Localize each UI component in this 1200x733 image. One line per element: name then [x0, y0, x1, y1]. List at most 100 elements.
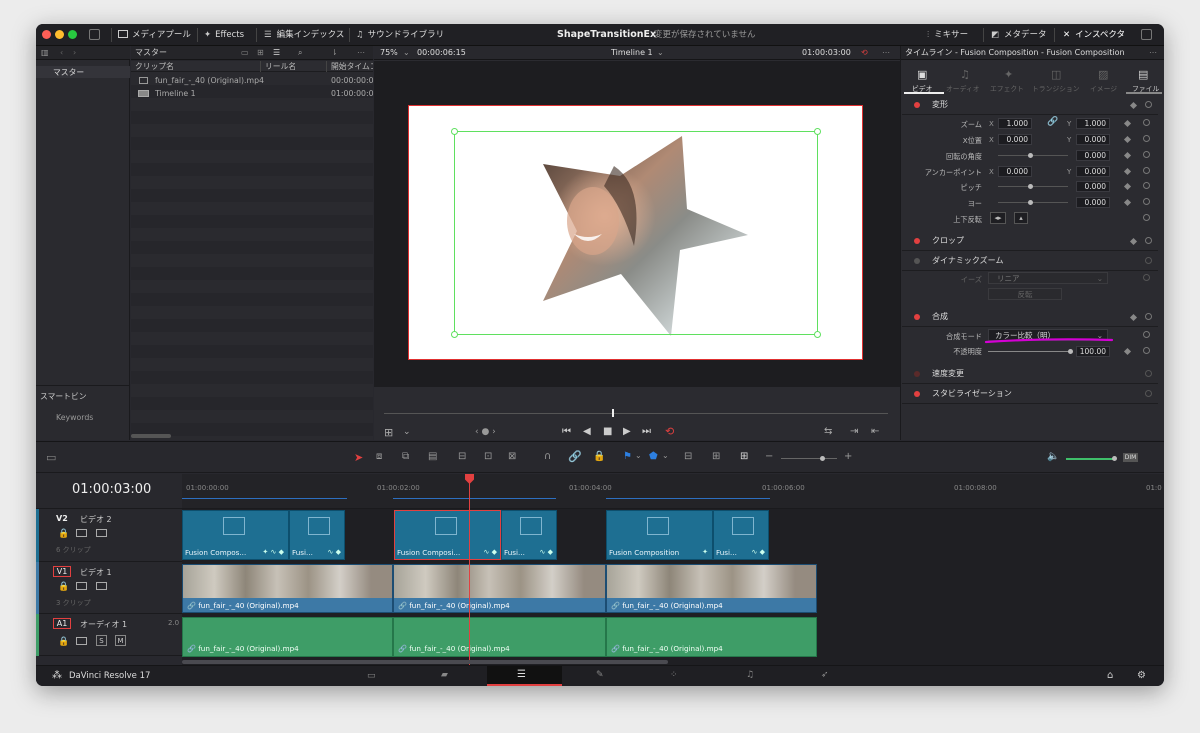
- viewer-zoom[interactable]: 75%: [380, 46, 398, 60]
- marker-dropdown-icon[interactable]: ⌄: [662, 451, 669, 460]
- timeline-zoom-slider[interactable]: [781, 458, 837, 459]
- reset-icon[interactable]: [1143, 119, 1150, 126]
- go-to-end-icon[interactable]: ⏭: [642, 426, 651, 437]
- auto-track-select-icon[interactable]: [76, 637, 87, 645]
- thumbnail-view-icon[interactable]: ▭: [241, 46, 249, 60]
- zoom-x-field[interactable]: 1.000: [998, 118, 1032, 129]
- transform-bounding-box[interactable]: [454, 131, 818, 335]
- lock-track-icon[interactable]: 🔒: [58, 582, 69, 592]
- timeline-clip-v2[interactable]: Fusion Composition ✦: [606, 510, 713, 560]
- timeline-clip-a1[interactable]: 🔗 fun_fair_-_40 (Original).mp4: [606, 617, 817, 657]
- volume-knob[interactable]: [1112, 456, 1117, 461]
- match-frame-icon[interactable]: ⇆: [824, 426, 832, 437]
- mute-button[interactable]: M: [115, 635, 126, 646]
- timeline-dropdown-icon[interactable]: ⌄: [657, 46, 664, 60]
- viewer-playhead[interactable]: [612, 409, 614, 417]
- enable-transform-toggle[interactable]: [914, 102, 920, 108]
- timeline-zoom-knob[interactable]: [820, 456, 825, 461]
- inspector-button[interactable]: ✕ インスペクタ: [1063, 24, 1125, 46]
- record-timecode[interactable]: 01:00:03:00: [802, 46, 851, 60]
- reset-icon[interactable]: [1143, 214, 1150, 221]
- transform-handle[interactable]: [451, 128, 458, 135]
- section-speed-change[interactable]: 速度変更: [902, 364, 1158, 384]
- auto-track-select-icon[interactable]: [76, 582, 87, 590]
- column-start-tc[interactable]: 開始タイムコード: [331, 60, 373, 73]
- transform-handle[interactable]: [451, 331, 458, 338]
- zoom-out-icon[interactable]: −: [765, 451, 773, 462]
- transform-handle[interactable]: [814, 128, 821, 135]
- pitch-slider-knob[interactable]: [1028, 184, 1033, 189]
- snapping-icon[interactable]: ∩: [544, 451, 551, 462]
- tab-audio[interactable]: ♫ オーディオ: [944, 66, 988, 94]
- marker-icon[interactable]: ⬟: [649, 451, 658, 462]
- track-id[interactable]: V2: [56, 514, 68, 523]
- gear-icon[interactable]: ⚙: [1137, 670, 1146, 681]
- fusion-page-icon[interactable]: ✎: [596, 670, 604, 680]
- pitch-field[interactable]: 0.000: [1076, 181, 1110, 192]
- inspector-options-icon[interactable]: ⋯: [1149, 46, 1157, 60]
- sync-icon[interactable]: ⟲: [861, 46, 868, 60]
- timeline-ruler[interactable]: [182, 474, 1164, 509]
- stop-icon[interactable]: ■: [603, 426, 612, 437]
- reset-icon[interactable]: [1145, 370, 1152, 377]
- lock-track-icon[interactable]: 🔒: [58, 637, 69, 647]
- jog-control-icon[interactable]: ‹ ● ›: [475, 427, 496, 437]
- keyframe-icon[interactable]: [1129, 101, 1138, 110]
- reset-icon[interactable]: [1145, 390, 1152, 397]
- section-stabilization[interactable]: スタビライゼーション: [902, 384, 1158, 404]
- play-icon[interactable]: ▶: [623, 426, 631, 437]
- position-x-field[interactable]: 0.000: [998, 134, 1032, 145]
- next-edit-icon[interactable]: ⇥: [850, 426, 858, 437]
- flip-vertical-icon[interactable]: ▴: [1014, 212, 1028, 224]
- timeline-clip-v2-selected[interactable]: Fusion Composi... ∿ ◆: [394, 510, 501, 560]
- overwrite-clip-icon[interactable]: ⊡: [484, 451, 492, 462]
- metadata-button[interactable]: ◩ メタデータ: [991, 24, 1047, 46]
- playhead-line[interactable]: [469, 482, 470, 666]
- custom-zoom-icon[interactable]: ⊞: [740, 451, 748, 462]
- section-dynamic-zoom[interactable]: ダイナミックズーム: [902, 251, 1158, 271]
- media-page-icon[interactable]: ▭: [367, 671, 376, 681]
- viewer-timeline-name[interactable]: Timeline 1: [611, 46, 653, 60]
- full-extent-zoom-icon[interactable]: ⊟: [684, 451, 692, 462]
- enable-composite-toggle[interactable]: [914, 314, 920, 320]
- auto-track-select-icon[interactable]: [76, 529, 87, 537]
- pitch-slider[interactable]: [998, 186, 1068, 187]
- timeline-clip-a1[interactable]: 🔗 fun_fair_-_40 (Original).mp4: [182, 617, 393, 657]
- disable-video-track-icon[interactable]: [96, 529, 107, 537]
- opacity-slider[interactable]: [988, 351, 1072, 352]
- tab-image[interactable]: ▨ イメージ: [1084, 66, 1124, 94]
- sound-library-button[interactable]: ♫ サウンドライブラリ: [356, 24, 444, 46]
- flag-icon[interactable]: ⚑: [623, 451, 632, 462]
- enable-crop-toggle[interactable]: [914, 238, 920, 244]
- enable-dynamic-zoom-toggle[interactable]: [914, 258, 920, 264]
- blade-tool-icon[interactable]: ▤: [428, 451, 437, 462]
- trim-tool-icon[interactable]: ⧈: [376, 451, 382, 462]
- linked-selection-icon[interactable]: 🔗: [568, 450, 582, 463]
- tab-effects[interactable]: ✦ エフェクト: [988, 66, 1032, 94]
- play-reverse-icon[interactable]: ◀: [583, 426, 591, 437]
- yaw-slider-knob[interactable]: [1028, 200, 1033, 205]
- back-icon[interactable]: ‹: [60, 46, 63, 60]
- dim-button[interactable]: DIM: [1123, 453, 1138, 462]
- viewer-options-icon[interactable]: ⋯: [882, 46, 890, 60]
- anchor-y-field[interactable]: 0.000: [1076, 166, 1110, 177]
- reset-icon[interactable]: [1143, 167, 1150, 174]
- speaker-icon[interactable]: 🔈: [1047, 451, 1059, 462]
- collapse-toolbar-icon[interactable]: [89, 29, 100, 40]
- tab-video[interactable]: ▣ ビデオ: [904, 66, 944, 94]
- timeline-clip-v1[interactable]: 🔗 fun_fair_-_40 (Original).mp4: [182, 564, 393, 613]
- dynamic-trim-icon[interactable]: ⧉: [402, 451, 409, 462]
- reset-icon[interactable]: [1145, 101, 1152, 108]
- insert-clip-icon[interactable]: ⊟: [458, 451, 466, 462]
- minimize-window-button[interactable]: [55, 30, 64, 39]
- link-icon[interactable]: 🔗: [1047, 117, 1058, 127]
- timeline-clip-v1[interactable]: 🔗 fun_fair_-_40 (Original).mp4: [606, 564, 817, 613]
- yaw-slider[interactable]: [998, 202, 1068, 203]
- edit-page-button[interactable]: ☰: [487, 666, 562, 686]
- color-page-icon[interactable]: ⁘: [670, 670, 678, 680]
- column-reel-name[interactable]: リール名: [265, 60, 296, 73]
- reset-icon[interactable]: [1143, 347, 1150, 354]
- replace-clip-icon[interactable]: ⊠: [508, 451, 516, 462]
- timeline-horizontal-scrollbar[interactable]: [182, 660, 668, 664]
- tab-file[interactable]: ▤ ファイル: [1126, 66, 1162, 94]
